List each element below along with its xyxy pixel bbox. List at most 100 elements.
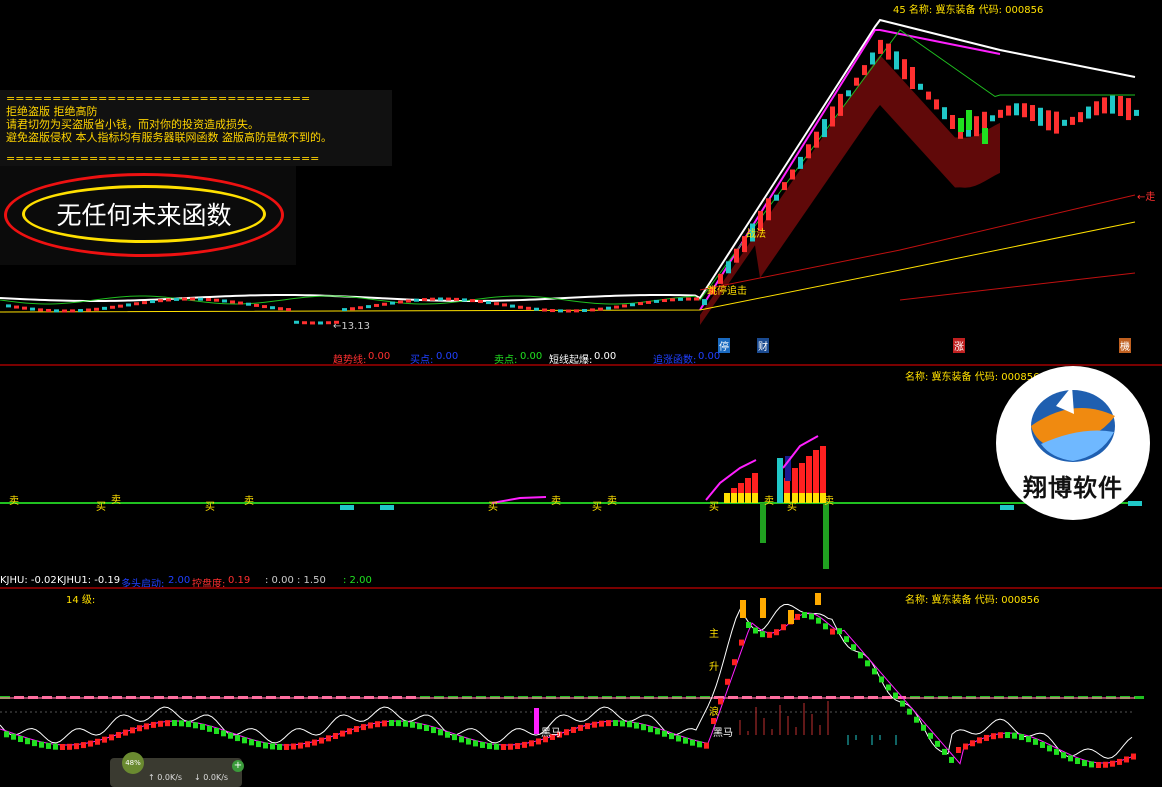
- wave-dot: [1110, 760, 1115, 767]
- wave-dot: [389, 720, 394, 727]
- candle: [6, 304, 11, 308]
- wave-dot: [466, 738, 471, 745]
- candle: [1086, 106, 1091, 119]
- wave-dot: [956, 747, 961, 753]
- candle: [470, 299, 475, 303]
- candle: [950, 115, 955, 129]
- wave-dot: [18, 736, 23, 743]
- wave-dot: [319, 737, 324, 744]
- candle: [870, 52, 875, 65]
- wave-dot: [606, 720, 611, 727]
- candle: [406, 299, 411, 303]
- candle: [414, 298, 419, 302]
- candle: [862, 65, 867, 76]
- panel-separator-1[interactable]: [0, 364, 1162, 366]
- sell-tag-5: 卖: [607, 496, 617, 507]
- candle: [270, 306, 275, 310]
- candle: [1126, 98, 1131, 121]
- strip1-e-label: 追涨函数:: [653, 355, 697, 364]
- candle: [1054, 111, 1059, 134]
- candle: [134, 302, 139, 306]
- wave-dot: [536, 738, 541, 745]
- candle: [342, 308, 347, 312]
- strip1-b-val: 0.00: [436, 351, 459, 362]
- candle: [630, 303, 635, 307]
- wave-dot: [305, 741, 310, 748]
- wave-dot: [1124, 756, 1129, 763]
- wave-dot: [907, 708, 912, 715]
- wave-dot: [81, 742, 86, 749]
- wave-dot: [1103, 761, 1108, 768]
- candle: [854, 77, 859, 86]
- strip2-c-val: 2.00: [168, 575, 191, 586]
- candle: [254, 303, 259, 307]
- signal-indicator-panel[interactable]: 名称: 冀东装备 代码: 000856 卖 买 卖 买 卖 买 卖 买 卖 买 …: [0, 368, 1162, 572]
- right-edge-tag: ←走: [1137, 192, 1156, 203]
- candle: [286, 308, 291, 312]
- wave-dot: [333, 732, 338, 739]
- wave-dot: [585, 723, 590, 730]
- candle: [198, 297, 203, 301]
- wave-dot: [697, 741, 702, 748]
- yellow-bar: [738, 493, 744, 503]
- candle: [126, 303, 131, 307]
- wave-dot: [1054, 748, 1059, 755]
- candle: [1030, 105, 1035, 122]
- candle: [278, 307, 283, 311]
- candle: [550, 309, 555, 313]
- wave-dot: [704, 742, 709, 749]
- candle: [446, 297, 451, 301]
- candle: [790, 169, 795, 180]
- candle: [454, 297, 459, 301]
- strip2-b: KJHU1: -0.19: [57, 575, 121, 586]
- candle: [78, 309, 83, 313]
- candle: [782, 182, 787, 191]
- wave-dot: [473, 740, 478, 747]
- wave-dot: [886, 684, 891, 691]
- candle: [638, 302, 643, 306]
- add-icon[interactable]: +: [232, 760, 244, 772]
- main-chart-panel[interactable]: 45 名称: 冀东装备 代码: 000856 =================…: [0, 0, 1162, 364]
- wave-dot: [767, 631, 772, 638]
- candle: [518, 305, 523, 309]
- wave-dot: [1047, 745, 1052, 752]
- candle: [310, 321, 315, 325]
- strip1-a-val: 0.00: [368, 351, 391, 362]
- logo-text: 翔博软件: [1023, 474, 1123, 502]
- marker-cai: 财: [757, 338, 769, 353]
- network-speed-widget[interactable]: 48% ↑ 0.0K/s ↓ 0.0K/s +: [110, 752, 244, 787]
- wave-dot: [613, 720, 618, 727]
- wave-dot: [648, 726, 653, 733]
- signal-chart[interactable]: [0, 368, 1162, 572]
- candle: [318, 321, 323, 325]
- wave-dot: [1096, 761, 1101, 768]
- candle: [238, 301, 243, 305]
- wave-dot: [228, 732, 233, 739]
- notice-line1: 拒绝盗版 拒绝高防: [6, 105, 98, 118]
- yellow-bar: [799, 493, 805, 503]
- wave-dot: [1026, 736, 1031, 743]
- wave-dot: [186, 721, 191, 728]
- candle: [838, 93, 843, 116]
- wave-dot: [522, 741, 527, 748]
- wave-dot: [1089, 761, 1094, 768]
- magenta-wave: [0, 612, 1133, 765]
- candle: [894, 51, 899, 70]
- download-speed: ↓ 0.0K/s: [194, 773, 229, 782]
- wave-dot: [662, 730, 667, 737]
- candle: [390, 301, 395, 305]
- candle: [558, 309, 563, 313]
- wave-dot: [256, 741, 261, 748]
- yellow-bar: [806, 493, 812, 503]
- wave-dot: [375, 721, 380, 728]
- candle: [166, 298, 171, 302]
- panel-separator-2[interactable]: [0, 587, 1162, 589]
- level-label: 14 级:: [66, 595, 96, 606]
- wave-dot: [676, 735, 681, 742]
- yellow-bar: [813, 493, 819, 503]
- green-candle: [966, 110, 972, 130]
- candle: [846, 90, 851, 97]
- upload-speed: ↑ 0.0K/s: [148, 773, 183, 782]
- wave-dot: [879, 676, 884, 683]
- candle: [214, 298, 219, 302]
